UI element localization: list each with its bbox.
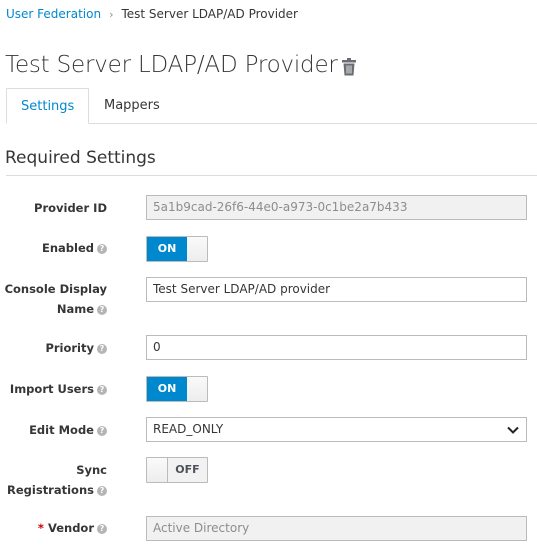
breadcrumb-user-federation[interactable]: User Federation bbox=[6, 7, 101, 21]
help-icon[interactable]: ? bbox=[97, 384, 107, 395]
toggle-state: OFF bbox=[168, 458, 207, 482]
help-icon[interactable]: ? bbox=[97, 485, 107, 496]
edit-mode-label: Edit Mode? bbox=[0, 420, 107, 440]
section-divider bbox=[6, 175, 537, 176]
edit-mode-value: READ_ONLY bbox=[153, 422, 224, 436]
vendor-field[interactable]: Active Directory bbox=[146, 516, 527, 541]
required-marker: * bbox=[37, 521, 44, 535]
toggle-state: ON bbox=[147, 237, 187, 261]
breadcrumb-current: Test Server LDAP/AD Provider bbox=[121, 7, 298, 21]
enabled-label: Enabled? bbox=[0, 238, 107, 258]
console-display-name-input[interactable]: Test Server LDAP/AD provider bbox=[146, 277, 527, 302]
priority-input[interactable]: 0 bbox=[146, 335, 527, 360]
help-icon[interactable]: ? bbox=[97, 523, 107, 534]
edit-mode-select[interactable]: READ_ONLY bbox=[146, 417, 527, 442]
page-title: Test Server LDAP/AD Provider bbox=[5, 52, 338, 78]
breadcrumb: User Federation › Test Server LDAP/AD Prov… bbox=[6, 7, 298, 21]
toggle-state: ON bbox=[147, 377, 187, 401]
provider-id-label: Provider ID bbox=[34, 201, 107, 215]
sync-registrations-toggle[interactable]: OFF bbox=[146, 457, 208, 483]
chevron-down-icon bbox=[507, 426, 519, 434]
toggle-knob bbox=[147, 458, 168, 482]
enabled-toggle[interactable]: ON bbox=[146, 236, 208, 262]
sync-registrations-label: Sync Registrations? bbox=[7, 463, 107, 497]
help-icon[interactable]: ? bbox=[97, 425, 107, 436]
import-users-toggle[interactable]: ON bbox=[146, 376, 208, 402]
tab-settings[interactable]: Settings bbox=[6, 88, 89, 124]
help-icon[interactable]: ? bbox=[97, 343, 107, 354]
help-icon[interactable]: ? bbox=[97, 243, 107, 254]
console-display-name-label: Console Display Name? bbox=[4, 282, 107, 316]
help-icon[interactable]: ? bbox=[97, 304, 107, 315]
toggle-knob bbox=[187, 237, 207, 261]
tab-mappers[interactable]: Mappers bbox=[90, 88, 174, 124]
priority-label: Priority? bbox=[0, 338, 107, 358]
toggle-knob bbox=[187, 377, 207, 401]
vendor-label: * Vendor? bbox=[0, 518, 107, 538]
trash-icon[interactable] bbox=[342, 58, 356, 76]
section-title: Required Settings bbox=[5, 148, 156, 168]
import-users-label: Import Users? bbox=[0, 379, 107, 399]
provider-id-field[interactable]: 5a1b9cad-26f6-44e0-a973-0c1be2a7b433 bbox=[146, 195, 527, 220]
breadcrumb-separator: › bbox=[109, 8, 114, 21]
